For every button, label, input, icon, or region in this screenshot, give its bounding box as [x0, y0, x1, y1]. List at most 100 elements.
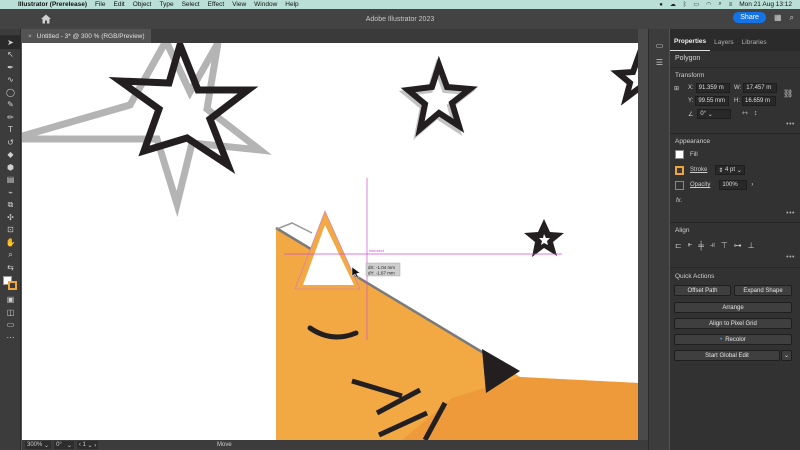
edit-toolbar-icon[interactable]: ⋯ — [0, 331, 21, 344]
menu-view[interactable]: View — [232, 1, 246, 8]
align-center-h-icon[interactable]: ╪ — [698, 241, 704, 250]
rotate-tool-icon[interactable]: ↺ — [0, 136, 21, 149]
stepper-icon[interactable]: ⇕ — [718, 167, 723, 174]
recolor-label: Recolor — [725, 336, 746, 343]
arrange-documents-icon[interactable]: ▦ — [774, 13, 782, 22]
fill-swatch[interactable] — [675, 150, 684, 159]
record-icon[interactable]: ● — [659, 2, 663, 8]
menu-object[interactable]: Object — [133, 1, 152, 8]
align-bottom-icon[interactable]: ⊥ — [748, 241, 755, 250]
offset-path-button[interactable]: Offset Path — [674, 285, 731, 296]
stroke-weight-field[interactable]: ⇕ 4 pt ⌄ — [715, 165, 746, 175]
w-field[interactable]: 17.457 m — [743, 83, 778, 93]
h-field[interactable]: 16.659 m — [742, 96, 776, 106]
tab-properties[interactable]: Properties — [670, 38, 711, 51]
share-button[interactable]: Share — [733, 12, 766, 23]
align-more-icon[interactable]: ••• — [786, 254, 795, 261]
gradient-tool-icon[interactable]: ▤ — [0, 174, 21, 187]
panel-grip[interactable] — [0, 29, 20, 36]
align-center-v-icon[interactable]: ⊶ — [734, 241, 742, 250]
color-mode-icon[interactable]: ▣ — [0, 294, 21, 307]
paintbrush-tool-icon[interactable]: ✎ — [0, 99, 21, 112]
wifi-icon[interactable]: ◠ — [706, 1, 711, 8]
stroke-swatch[interactable] — [675, 165, 684, 175]
artwork[interactable]: intersect dX: -1.04 mm dY: -1.67 mm — [22, 43, 638, 440]
align-pixel-grid-button[interactable]: Align to Pixel Grid — [674, 318, 792, 329]
hand-tool-icon[interactable]: ✋ — [0, 236, 21, 249]
vertical-scrollbar[interactable] — [638, 29, 648, 440]
close-icon[interactable]: × — [28, 33, 32, 40]
menu-edit[interactable]: Edit — [114, 1, 125, 8]
tab-layers[interactable]: Layers — [710, 39, 738, 51]
constrain-proportions-icon[interactable]: ⛓ — [783, 89, 793, 98]
pencil-tool-icon[interactable]: ✏ — [0, 111, 21, 124]
edge-star-outline[interactable] — [610, 49, 638, 106]
blend-tool-icon[interactable]: ⧉ — [0, 199, 21, 212]
y-field[interactable]: 99.55 mm — [695, 96, 730, 106]
align-top-icon[interactable]: ⊤ — [721, 241, 728, 250]
curvature-tool-icon[interactable]: ∿ — [0, 74, 21, 87]
menu-file[interactable]: File — [95, 1, 105, 8]
zoom-field[interactable]: 300% ⌄ — [25, 441, 52, 449]
opacity-field[interactable]: 100% — [719, 180, 748, 190]
align-left-icon[interactable]: ⫦ — [688, 240, 693, 250]
drawing-mode-icon[interactable]: ◫ — [0, 306, 21, 319]
eyedropper-tool-icon[interactable]: ⌁ — [0, 186, 21, 199]
canvas[interactable]: intersect dX: -1.04 mm dY: -1.67 mm — [22, 43, 638, 440]
document-tab[interactable]: × Untitled - 3* @ 300 % (RGB/Preview) — [22, 29, 151, 43]
menu-effect[interactable]: Effect — [208, 1, 225, 8]
stroke-label[interactable]: Stroke — [690, 167, 707, 173]
bluetooth-icon[interactable]: ᛒ — [683, 2, 687, 8]
artboard-navigator[interactable]: ‹ 1 ⌄ › — [76, 441, 99, 449]
transform-more-icon[interactable]: ••• — [786, 121, 795, 128]
appearance-more-icon[interactable]: ••• — [786, 210, 795, 217]
x-field[interactable]: 91.359 m — [695, 83, 730, 93]
ellipse-tool-icon[interactable]: ◯ — [0, 86, 21, 99]
menu-window[interactable]: Window — [254, 1, 277, 8]
menu-select[interactable]: Select — [182, 1, 200, 8]
start-global-edit-button[interactable]: Start Global Edit — [674, 350, 780, 361]
rotate-field[interactable]: 0° ⌄ — [697, 109, 732, 119]
chevron-right-icon[interactable]: › — [751, 182, 753, 188]
stroke-swatch[interactable] — [8, 280, 17, 290]
shape-builder-tool-icon[interactable]: ⬢ — [0, 161, 21, 174]
fx-button[interactable]: fx. — [676, 198, 682, 204]
selection-tool-icon[interactable]: ➤ — [0, 36, 21, 49]
type-tool-icon[interactable]: T — [0, 124, 21, 137]
expand-shape-button[interactable]: Expand Shape — [734, 285, 792, 296]
comments-icon[interactable]: ▭ — [649, 37, 670, 54]
screen-mode-icon[interactable]: ▭ — [0, 319, 21, 332]
swap-colors-icon[interactable]: ⇆ — [0, 261, 21, 274]
menu-help[interactable]: Help — [285, 1, 298, 8]
align-to-selection-icon[interactable]: ⊏ — [675, 241, 682, 250]
battery-icon[interactable]: ▭ — [693, 1, 699, 8]
arrange-button[interactable]: Arrange — [674, 302, 792, 313]
global-edit-options-icon[interactable]: ⌄ — [781, 350, 792, 361]
direct-selection-tool-icon[interactable]: ↖ — [0, 49, 21, 62]
fill-stroke-swatches[interactable] — [0, 274, 20, 294]
medium-star-outline[interactable] — [398, 55, 478, 140]
search-icon[interactable]: ⌕ — [790, 13, 794, 23]
opacity-label[interactable]: Opacity — [690, 182, 710, 188]
flip-vertical-icon[interactable]: ↕ — [754, 110, 758, 117]
recolor-button[interactable]: • Recolor — [674, 334, 792, 345]
properties-icon[interactable]: ☰ — [649, 54, 670, 71]
flip-horizontal-icon[interactable]: ⇿ — [742, 109, 748, 117]
zoom-tool-icon[interactable]: ⌕ — [0, 249, 21, 262]
pen-tool-icon[interactable]: ✒ — [0, 61, 21, 74]
reference-point-icon[interactable]: ⊞ — [674, 85, 679, 92]
small-filled-star[interactable] — [524, 219, 564, 257]
eraser-tool-icon[interactable]: ◆ — [0, 149, 21, 162]
smart-guide-label: intersect — [369, 248, 385, 253]
large-star-outline[interactable] — [22, 43, 272, 218]
creative-cloud-icon[interactable]: ☁ — [670, 1, 676, 8]
symbol-sprayer-tool-icon[interactable]: ✣ — [0, 211, 21, 224]
rotation-field[interactable]: 0° ⌄ — [54, 441, 74, 449]
menu-app[interactable]: Illustrator (Prerelease) — [18, 1, 87, 8]
search-icon[interactable]: ⌕ — [718, 1, 721, 8]
align-right-icon[interactable]: ⫣ — [710, 240, 715, 250]
tab-libraries[interactable]: Libraries — [738, 39, 771, 51]
menu-type[interactable]: Type — [160, 1, 174, 8]
artboard-tool-icon[interactable]: ⊡ — [0, 224, 21, 237]
control-center-icon[interactable]: ≡ — [729, 2, 733, 8]
